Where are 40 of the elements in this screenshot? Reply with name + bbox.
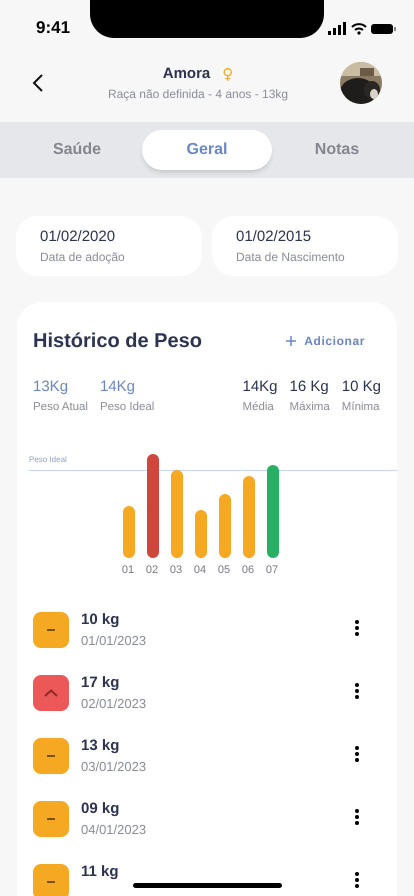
bar-label: 01 bbox=[120, 562, 136, 578]
entry-weight: 11 kg bbox=[81, 862, 120, 882]
add-button[interactable]: Adicionar bbox=[286, 332, 365, 350]
entry-date: 04/01/2023 bbox=[81, 821, 148, 840]
stat-value: 14Kg bbox=[242, 377, 278, 397]
pet-name: Amora bbox=[162, 64, 210, 84]
entry-weight: 10 kg bbox=[81, 610, 120, 630]
entry-weight: 09 kg bbox=[81, 798, 120, 819]
bar-label: 07 bbox=[264, 562, 280, 578]
entry-date: 02/01/2023 bbox=[81, 695, 148, 714]
stat-value: 10 Kg bbox=[342, 377, 381, 397]
stat-label: Peso Ideal bbox=[100, 400, 154, 414]
entry-weight: 13 kg bbox=[81, 736, 120, 756]
tab[interactable]: Geral bbox=[142, 130, 272, 170]
entry-date: 01/01/2023 bbox=[81, 632, 148, 650]
tab[interactable]: Saúde bbox=[12, 130, 142, 170]
stat-label: Máxima bbox=[290, 400, 330, 414]
date-label: Data de Nascimento bbox=[236, 249, 346, 266]
bar-label: 03 bbox=[168, 562, 184, 578]
tab[interactable]: Notas bbox=[272, 130, 402, 170]
stat-value: 14Kg bbox=[100, 377, 136, 397]
stat-value: 16 Kg bbox=[290, 377, 330, 397]
entry-date: 03/01/2023 bbox=[81, 758, 148, 776]
stat-label: Peso Atual bbox=[33, 400, 88, 414]
bar-label: 02 bbox=[144, 562, 160, 578]
status-time: 9:41 bbox=[36, 16, 70, 38]
entry-weight: 17 kg bbox=[81, 672, 120, 693]
date-value: 01/02/2020 bbox=[40, 226, 116, 247]
bar-label: 05 bbox=[216, 562, 232, 578]
stat-label: Média bbox=[242, 400, 275, 414]
bar-label: 06 bbox=[240, 562, 256, 578]
pet-subtitle: Raça não definida - 4 anos - 13kg bbox=[108, 86, 288, 104]
section-title: Histórico de Peso bbox=[33, 329, 202, 354]
bar-label: 04 bbox=[192, 562, 208, 578]
date-value: 01/02/2015 bbox=[236, 226, 312, 247]
date-label: Data de adoção bbox=[40, 249, 126, 266]
gender-symbol: ♀ bbox=[222, 64, 234, 85]
stat-value: 13Kg bbox=[33, 377, 70, 397]
ideal-line-label: Peso Ideal bbox=[29, 454, 67, 466]
stat-label: Mínima bbox=[342, 400, 380, 414]
